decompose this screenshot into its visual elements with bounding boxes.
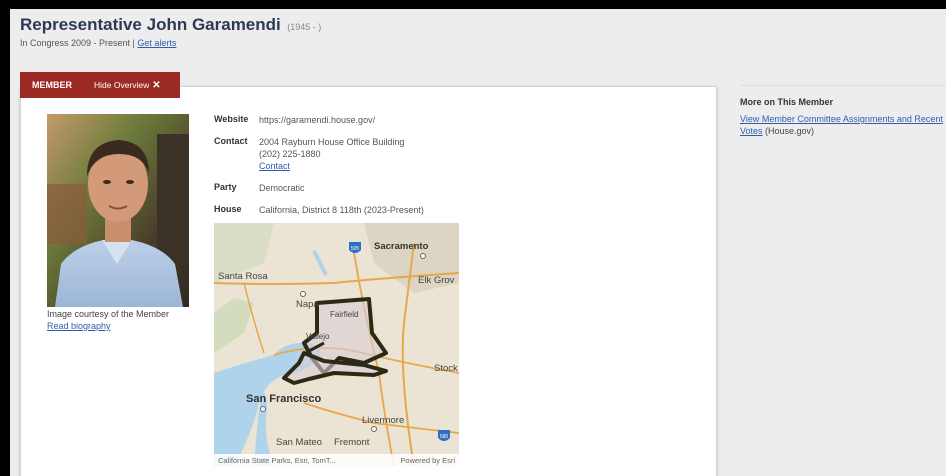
tab-member[interactable]: MEMBER	[20, 80, 82, 90]
website-link[interactable]: https://garamendi.house.gov/	[259, 114, 375, 126]
contact-label: Contact	[214, 136, 248, 146]
sidebar-title: More on This Member	[740, 97, 834, 107]
district-map[interactable]: Sacramento Santa Rosa Elk Grov Napa Fair…	[214, 223, 459, 467]
overview-card: Image courtesy of the Member Read biogra…	[20, 86, 717, 476]
party-row: Party Democratic	[214, 182, 424, 194]
party-label: Party	[214, 182, 237, 192]
sidebar: More on This Member View Member Committe…	[740, 85, 946, 137]
read-biography-link[interactable]: Read biography	[47, 321, 111, 331]
map-label-livermore: Livermore	[362, 415, 404, 426]
shield-505-label: 505	[351, 246, 360, 252]
map-label-santa-rosa: Santa Rosa	[218, 271, 268, 282]
map-label-fairfield: Fairfield	[330, 310, 358, 319]
map-label-vallejo: Vallejo	[306, 332, 330, 341]
house-label: House	[214, 204, 242, 214]
photo-caption: Image courtesy of the Member	[47, 309, 170, 319]
interstate-shield-icon: 505	[349, 242, 361, 253]
contact-details: 2004 Rayburn House Office Building (202)…	[259, 136, 404, 172]
contact-address: 2004 Rayburn House Office Building	[259, 137, 405, 147]
website-label: Website	[214, 114, 249, 124]
member-tab-bar: MEMBER Hide Overview ✕	[20, 72, 180, 98]
shield-580-label: 580	[440, 434, 449, 440]
member-heading: Representative John Garamendi (1945 - )	[20, 15, 321, 35]
interstate-shield-icon: 580	[438, 430, 450, 441]
party-value: Democratic	[259, 183, 305, 193]
map-label-napa: Napa	[296, 299, 319, 310]
contact-phone: (202) 225-1880	[259, 149, 321, 159]
hide-overview-label: Hide Overview	[94, 80, 150, 90]
member-years: (1945 - )	[287, 22, 322, 32]
powered-by-esri: Powered by Esri	[400, 456, 455, 465]
sidebar-suffix: (House.gov)	[762, 126, 815, 136]
member-name: Representative John Garamendi	[20, 15, 281, 34]
map-label-san-francisco: San Francisco	[246, 393, 321, 405]
website-row: Website https://garamendi.house.gov/	[214, 114, 424, 126]
member-photo	[47, 114, 189, 307]
house-row: House California, District 8 118th (2023…	[214, 204, 424, 216]
map-label-sacramento: Sacramento	[374, 241, 429, 252]
map-label-elk-grove: Elk Grov	[418, 275, 455, 286]
map-label-stockton: Stock	[434, 363, 458, 374]
map-attribution: California State Parks, Esri, TomT... Po…	[214, 454, 459, 467]
map-label-san-mateo: San Mateo	[276, 437, 322, 448]
congress-line: In Congress 2009 - Present | Get alerts	[20, 38, 176, 48]
get-alerts-link[interactable]: Get alerts	[137, 38, 176, 48]
contact-link[interactable]: Contact	[259, 161, 290, 171]
contact-row: Contact 2004 Rayburn House Office Buildi…	[214, 136, 424, 172]
congress-text: In Congress 2009 - Present |	[20, 38, 135, 48]
page: Representative John Garamendi (1945 - ) …	[10, 9, 946, 476]
member-info: Website https://garamendi.house.gov/ Con…	[214, 114, 424, 226]
hide-overview-button[interactable]: Hide Overview ✕	[82, 80, 161, 91]
house-value: California, District 8 118th (2023-Prese…	[259, 205, 424, 215]
close-icon: ✕	[152, 79, 161, 91]
map-attribution-text: California State Parks, Esri, TomT...	[218, 456, 336, 465]
map-label-fremont: Fremont	[334, 437, 370, 448]
sidebar-text: View Member Committee Assignments and Re…	[740, 113, 946, 137]
